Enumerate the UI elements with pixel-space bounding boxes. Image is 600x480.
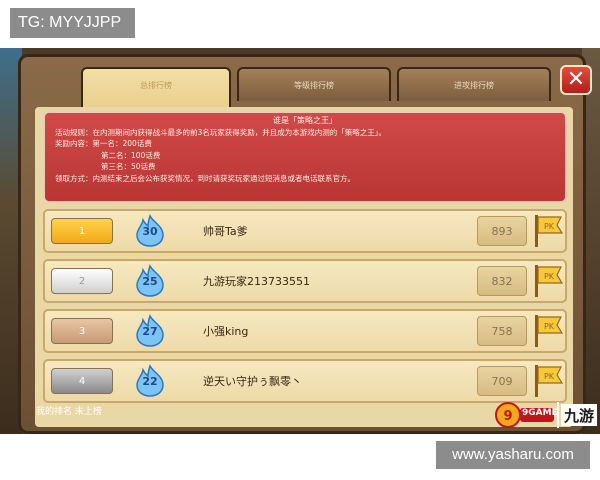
player-name: 逆天い守护ぅ飘零丶 [203,375,302,388]
flag-icon[interactable]: PK [531,213,565,249]
score-value: 709 [477,366,527,396]
level-flame-icon: 25 [133,264,167,298]
flag-icon[interactable]: PK [531,363,565,399]
svg-text:PK: PK [544,272,555,281]
score-value: 893 [477,216,527,246]
leaderboard-content: 谁是「策略之王」 活动规则：在内测期间内获得战斗最多的前3名玩家获得奖励，并且成… [35,107,573,427]
watermark-label-bottom: www.yasharu.com [436,441,590,469]
svg-text:9: 9 [503,409,512,424]
level-value: 22 [142,375,158,388]
close-button[interactable]: ✕ [560,65,592,95]
leaderboard-panel: 总排行榜 等级排行榜 进攻排行榜 ✕ 谁是「策略之王」 活动规则：在内测期间内获… [18,54,592,434]
player-name: 帅哥Ta爹 [203,225,248,238]
rank-badge: 2 [51,268,113,294]
rank-badge: 4 [51,368,113,394]
level-flame-icon: 22 [133,364,167,398]
logo-game-text: 9GAME [522,408,558,418]
flag-icon[interactable]: PK [531,263,565,299]
logo-cn-text: 九游 [564,407,595,425]
notice-claim: 领取方式：内测结束之后会公布获奖情况，到时请获奖玩家通过短消息或者电话联系官方。 [55,173,355,183]
leaderboard-row[interactable]: 2 25 九游玩家213733551 832 PK [43,259,567,303]
tab-level-ranking[interactable]: 等级排行榜 [237,67,391,101]
level-value: 30 [142,225,158,238]
notice-prize-1: 奖励内容：第一名：200话费 [55,139,152,148]
svg-text:PK: PK [544,372,555,381]
level-flame-icon: 30 [133,214,167,248]
9game-logo: 9 9GAME 九游 [494,398,598,432]
notice-prize-3: 第三名：50话费 [101,162,156,171]
my-rank-label: 我的排名 未上榜 [36,407,102,417]
notice-title: 谁是「策略之王」 [273,116,337,125]
level-value: 25 [142,275,158,288]
tab-attack-ranking[interactable]: 进攻排行榜 [397,67,551,101]
score-value: 832 [477,266,527,296]
svg-text:PK: PK [544,222,555,231]
level-value: 27 [142,325,158,338]
flag-icon[interactable]: PK [531,313,565,349]
level-flame-icon: 27 [133,314,167,348]
player-name: 小强king [203,325,249,338]
score-value: 758 [477,316,527,346]
notice-prize-2: 第二名：100话费 [101,150,161,160]
tab-overall-ranking[interactable]: 总排行榜 [81,67,231,109]
event-notice: 谁是「策略之王」 活动规则：在内测期间内获得战斗最多的前3名玩家获得奖励，并且成… [43,111,567,203]
leaderboard-row[interactable]: 1 30 帅哥Ta爹 893 PK [43,209,567,253]
notice-rules: 活动规则：在内测期间内获得战斗最多的前3名玩家获得奖励，并且成为本游戏内测的「策… [55,127,387,137]
player-name: 九游玩家213733551 [203,275,310,288]
leaderboard-row[interactable]: 3 27 小强king 758 PK [43,309,567,353]
svg-text:PK: PK [544,322,555,331]
leaderboard-row[interactable]: 4 22 逆天い守护ぅ飘零丶 709 PK [43,359,567,403]
watermark-label-top: TG: MYYJJPP [10,8,135,38]
rank-badge: 1 [51,218,113,244]
rank-badge: 3 [51,318,113,344]
game-screen: 总排行榜 等级排行榜 进攻排行榜 ✕ 谁是「策略之王」 活动规则：在内测期间内获… [0,48,600,434]
